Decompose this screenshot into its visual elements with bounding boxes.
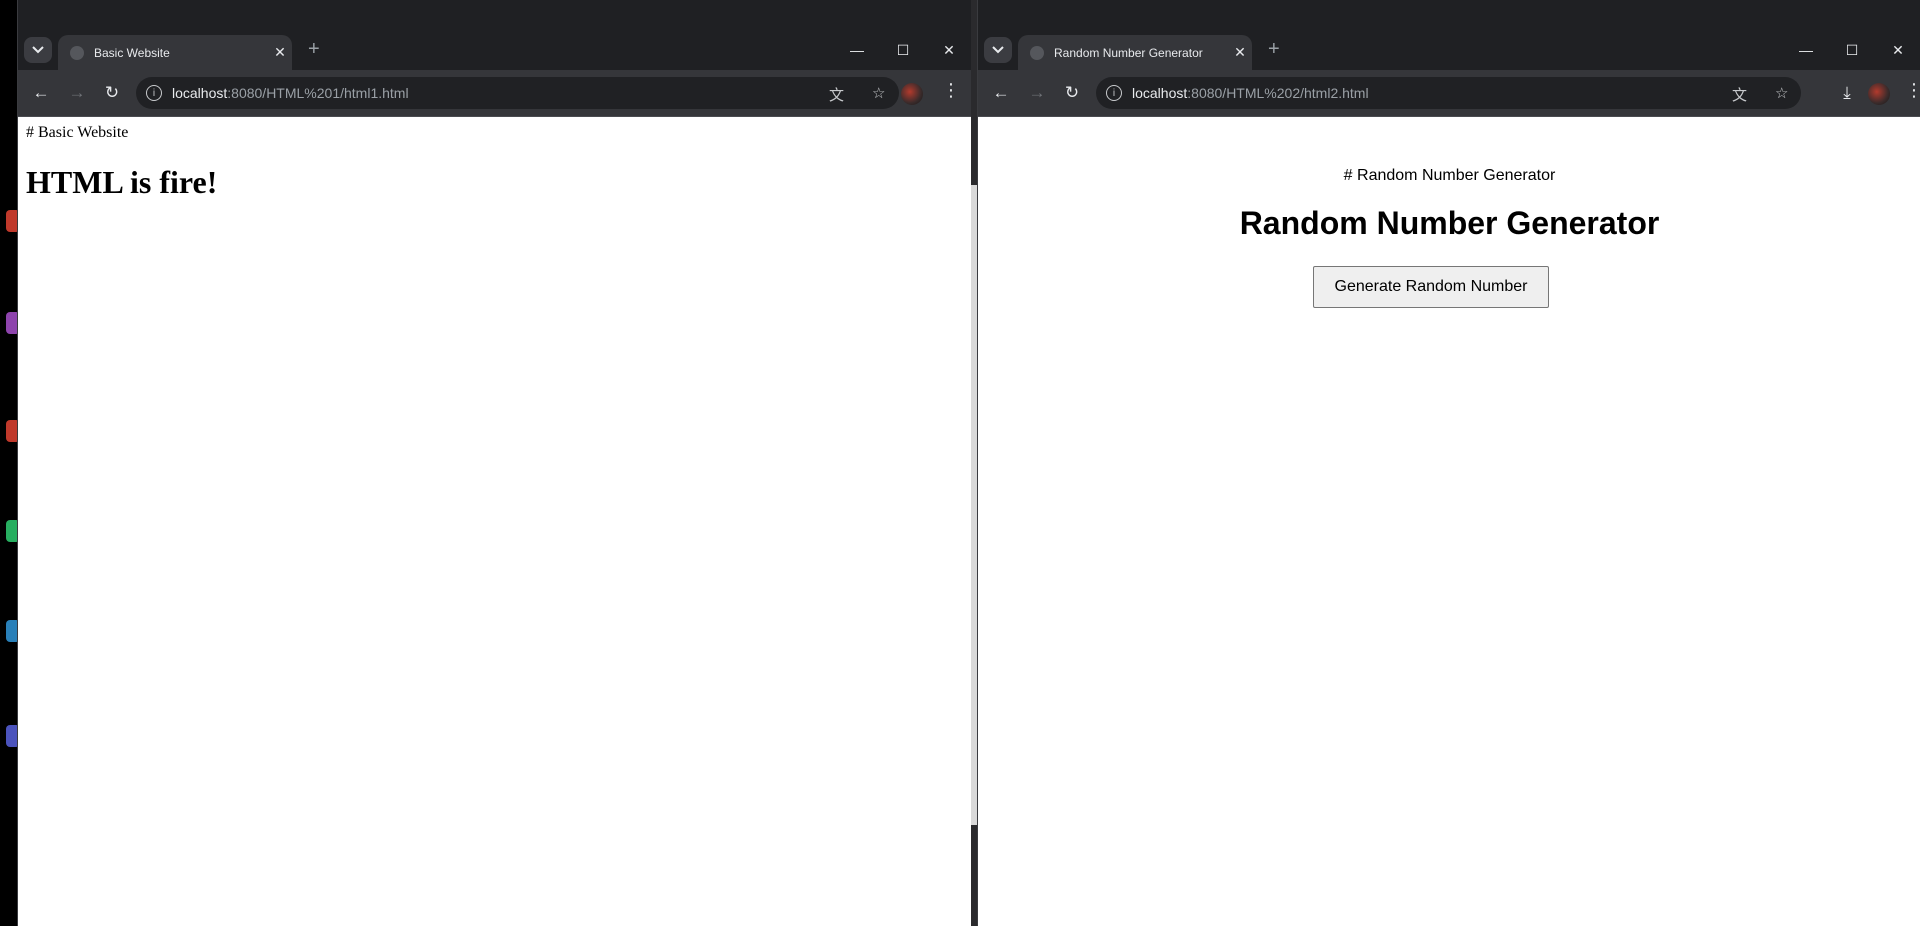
page-heading: HTML is fire! — [26, 164, 218, 200]
close-icon[interactable]: ✕ — [926, 36, 972, 64]
page-viewport: # Random Number Generator Random Number … — [978, 117, 1920, 926]
address-path: :8080/HTML%201/html1.html — [227, 85, 409, 101]
tab-search-button[interactable] — [984, 37, 1012, 63]
tab-random-number-generator[interactable]: Random Number Generator ✕ — [1018, 35, 1252, 70]
avatar[interactable] — [1868, 83, 1890, 105]
page-comment-text: # Random Number Generator — [1343, 167, 1556, 184]
page-comment-text: # Basic Website — [26, 124, 129, 141]
info-icon[interactable]: i — [146, 85, 162, 101]
download-icon[interactable]: ⤓ — [1834, 80, 1860, 106]
tab-strip: Basic Website ✕ + — ☐ ✕ — [18, 30, 972, 70]
reload-icon[interactable]: ↻ — [99, 80, 125, 106]
kebab-menu-icon[interactable]: ⋮ — [942, 80, 960, 101]
star-icon[interactable]: ☆ — [872, 84, 885, 102]
chevron-down-icon — [992, 41, 1004, 59]
close-icon[interactable]: ✕ — [1875, 36, 1920, 64]
page-heading: Random Number Generator — [1239, 205, 1660, 241]
forward-arrow-icon[interactable]: → — [1024, 80, 1050, 106]
back-arrow-icon[interactable]: ← — [28, 80, 54, 106]
back-arrow-icon[interactable]: ← — [988, 80, 1014, 106]
tab-basic-website[interactable]: Basic Website ✕ — [58, 35, 292, 70]
translate-icon[interactable]: 文 — [1732, 84, 1747, 105]
star-icon[interactable]: ☆ — [1775, 84, 1788, 102]
globe-icon — [1030, 45, 1044, 60]
forward-arrow-icon[interactable]: → — [64, 80, 90, 106]
maximize-icon[interactable]: ☐ — [1829, 36, 1875, 64]
kebab-menu-icon[interactable]: ⋮ — [1905, 80, 1920, 101]
address-host: localhost — [172, 85, 228, 101]
window-controls: — ☐ ✕ — [1783, 36, 1920, 64]
address-host: localhost — [1132, 85, 1188, 101]
translate-icon[interactable]: 文 — [829, 84, 844, 105]
plus-icon[interactable]: + — [1268, 38, 1280, 61]
window-controls: — ☐ ✕ — [834, 36, 972, 64]
browser-toolbar: ← → ↻ i localhost :8080/HTML%202/html2.h… — [978, 70, 1920, 117]
plus-icon[interactable]: + — [308, 38, 320, 61]
tab-strip: Random Number Generator ✕ + — ☐ ✕ — [978, 30, 1920, 70]
address-bar[interactable]: i localhost :8080/HTML%202/html2.html 文 … — [1096, 77, 1801, 109]
address-path: :8080/HTML%202/html2.html — [1187, 85, 1369, 101]
page-viewport: # Basic Website HTML is fire! — [18, 117, 972, 926]
chevron-down-icon — [32, 41, 44, 59]
generate-random-number-button[interactable]: Generate Random Number — [1313, 266, 1549, 308]
address-bar[interactable]: i localhost :8080/HTML%201/html1.html 文 … — [136, 77, 899, 109]
reload-icon[interactable]: ↻ — [1059, 80, 1085, 106]
browser-toolbar: ← → ↻ i localhost :8080/HTML%201/html1.h… — [18, 70, 972, 117]
browser-window-left: Basic Website ✕ + — ☐ ✕ ← → ↻ i localhos… — [17, 0, 972, 926]
close-icon[interactable]: ✕ — [1228, 44, 1252, 61]
browser-window-right: Random Number Generator ✕ + — ☐ ✕ ← → ↻ … — [977, 0, 1920, 926]
tab-search-button[interactable] — [24, 37, 52, 63]
tab-title: Basic Website — [94, 45, 170, 60]
close-icon[interactable]: ✕ — [268, 44, 292, 61]
minimize-icon[interactable]: — — [834, 36, 880, 64]
globe-icon — [70, 45, 84, 60]
info-icon[interactable]: i — [1106, 85, 1122, 101]
minimize-icon[interactable]: — — [1783, 36, 1829, 64]
tab-title: Random Number Generator — [1054, 45, 1203, 60]
maximize-icon[interactable]: ☐ — [880, 36, 926, 64]
avatar[interactable] — [901, 83, 923, 105]
